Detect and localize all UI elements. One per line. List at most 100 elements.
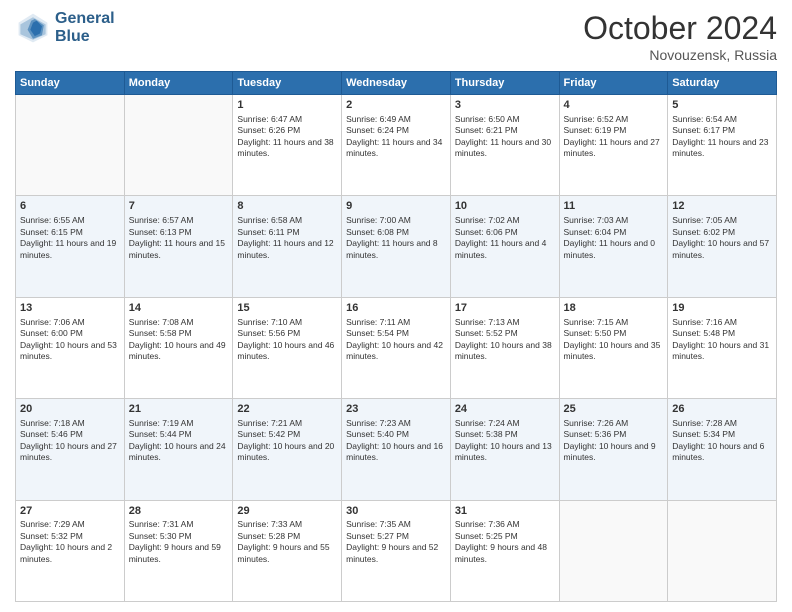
calendar-cell: 9Sunrise: 7:00 AM Sunset: 6:08 PM Daylig… (342, 196, 451, 297)
day-number: 15 (237, 301, 337, 316)
calendar-cell: 6Sunrise: 6:55 AM Sunset: 6:15 PM Daylig… (16, 196, 125, 297)
day-info: Sunrise: 6:58 AM Sunset: 6:11 PM Dayligh… (237, 215, 337, 261)
day-info: Sunrise: 6:54 AM Sunset: 6:17 PM Dayligh… (672, 114, 772, 160)
calendar-cell: 12Sunrise: 7:05 AM Sunset: 6:02 PM Dayli… (668, 196, 777, 297)
day-number: 1 (237, 98, 337, 113)
day-info: Sunrise: 7:13 AM Sunset: 5:52 PM Dayligh… (455, 317, 555, 363)
calendar-cell: 19Sunrise: 7:16 AM Sunset: 5:48 PM Dayli… (668, 297, 777, 398)
calendar-cell: 15Sunrise: 7:10 AM Sunset: 5:56 PM Dayli… (233, 297, 342, 398)
logo-line2: Blue (55, 28, 115, 46)
day-number: 31 (455, 504, 555, 519)
day-number: 23 (346, 402, 446, 417)
day-number: 18 (564, 301, 664, 316)
day-info: Sunrise: 6:57 AM Sunset: 6:13 PM Dayligh… (129, 215, 229, 261)
day-info: Sunrise: 6:50 AM Sunset: 6:21 PM Dayligh… (455, 114, 555, 160)
day-info: Sunrise: 7:06 AM Sunset: 6:00 PM Dayligh… (20, 317, 120, 363)
day-info: Sunrise: 7:11 AM Sunset: 5:54 PM Dayligh… (346, 317, 446, 363)
day-info: Sunrise: 7:29 AM Sunset: 5:32 PM Dayligh… (20, 519, 120, 565)
logo-line1: General (55, 10, 115, 28)
calendar-table: SundayMondayTuesdayWednesdayThursdayFrid… (15, 71, 777, 602)
calendar-week-row: 13Sunrise: 7:06 AM Sunset: 6:00 PM Dayli… (16, 297, 777, 398)
calendar-cell (16, 95, 125, 196)
calendar-cell: 23Sunrise: 7:23 AM Sunset: 5:40 PM Dayli… (342, 399, 451, 500)
day-number: 27 (20, 504, 120, 519)
day-info: Sunrise: 7:00 AM Sunset: 6:08 PM Dayligh… (346, 215, 446, 261)
calendar-week-row: 20Sunrise: 7:18 AM Sunset: 5:46 PM Dayli… (16, 399, 777, 500)
calendar-cell: 14Sunrise: 7:08 AM Sunset: 5:58 PM Dayli… (124, 297, 233, 398)
calendar-cell: 3Sunrise: 6:50 AM Sunset: 6:21 PM Daylig… (450, 95, 559, 196)
day-number: 8 (237, 199, 337, 214)
day-info: Sunrise: 7:24 AM Sunset: 5:38 PM Dayligh… (455, 418, 555, 464)
calendar-cell: 17Sunrise: 7:13 AM Sunset: 5:52 PM Dayli… (450, 297, 559, 398)
day-number: 22 (237, 402, 337, 417)
calendar-cell: 5Sunrise: 6:54 AM Sunset: 6:17 PM Daylig… (668, 95, 777, 196)
day-number: 9 (346, 199, 446, 214)
calendar-cell (124, 95, 233, 196)
logo-text: General Blue (55, 10, 115, 45)
day-info: Sunrise: 7:36 AM Sunset: 5:25 PM Dayligh… (455, 519, 555, 565)
calendar-cell: 24Sunrise: 7:24 AM Sunset: 5:38 PM Dayli… (450, 399, 559, 500)
calendar-cell: 31Sunrise: 7:36 AM Sunset: 5:25 PM Dayli… (450, 500, 559, 601)
calendar-cell: 8Sunrise: 6:58 AM Sunset: 6:11 PM Daylig… (233, 196, 342, 297)
calendar-cell: 26Sunrise: 7:28 AM Sunset: 5:34 PM Dayli… (668, 399, 777, 500)
month-title: October 2024 (583, 10, 777, 47)
calendar-cell: 21Sunrise: 7:19 AM Sunset: 5:44 PM Dayli… (124, 399, 233, 500)
day-info: Sunrise: 7:05 AM Sunset: 6:02 PM Dayligh… (672, 215, 772, 261)
day-of-week-header: Sunday (16, 72, 125, 95)
calendar-cell (668, 500, 777, 601)
calendar-cell: 13Sunrise: 7:06 AM Sunset: 6:00 PM Dayli… (16, 297, 125, 398)
day-info: Sunrise: 7:02 AM Sunset: 6:06 PM Dayligh… (455, 215, 555, 261)
day-number: 2 (346, 98, 446, 113)
calendar-cell: 4Sunrise: 6:52 AM Sunset: 6:19 PM Daylig… (559, 95, 668, 196)
day-info: Sunrise: 7:03 AM Sunset: 6:04 PM Dayligh… (564, 215, 664, 261)
day-number: 6 (20, 199, 120, 214)
day-number: 10 (455, 199, 555, 214)
title-block: October 2024 Novouzensk, Russia (583, 10, 777, 63)
day-number: 20 (20, 402, 120, 417)
calendar-week-row: 6Sunrise: 6:55 AM Sunset: 6:15 PM Daylig… (16, 196, 777, 297)
day-of-week-header: Tuesday (233, 72, 342, 95)
day-number: 29 (237, 504, 337, 519)
calendar-cell: 27Sunrise: 7:29 AM Sunset: 5:32 PM Dayli… (16, 500, 125, 601)
calendar-cell: 16Sunrise: 7:11 AM Sunset: 5:54 PM Dayli… (342, 297, 451, 398)
calendar-cell (559, 500, 668, 601)
day-number: 24 (455, 402, 555, 417)
day-number: 12 (672, 199, 772, 214)
day-info: Sunrise: 6:47 AM Sunset: 6:26 PM Dayligh… (237, 114, 337, 160)
day-of-week-header: Wednesday (342, 72, 451, 95)
calendar-header-row: SundayMondayTuesdayWednesdayThursdayFrid… (16, 72, 777, 95)
header: General Blue October 2024 Novouzensk, Ru… (15, 10, 777, 63)
calendar-week-row: 27Sunrise: 7:29 AM Sunset: 5:32 PM Dayli… (16, 500, 777, 601)
day-info: Sunrise: 6:55 AM Sunset: 6:15 PM Dayligh… (20, 215, 120, 261)
calendar-cell: 29Sunrise: 7:33 AM Sunset: 5:28 PM Dayli… (233, 500, 342, 601)
day-number: 26 (672, 402, 772, 417)
calendar-week-row: 1Sunrise: 6:47 AM Sunset: 6:26 PM Daylig… (16, 95, 777, 196)
calendar-cell: 20Sunrise: 7:18 AM Sunset: 5:46 PM Dayli… (16, 399, 125, 500)
day-number: 25 (564, 402, 664, 417)
calendar-cell: 18Sunrise: 7:15 AM Sunset: 5:50 PM Dayli… (559, 297, 668, 398)
day-of-week-header: Thursday (450, 72, 559, 95)
day-number: 5 (672, 98, 772, 113)
day-number: 3 (455, 98, 555, 113)
day-number: 16 (346, 301, 446, 316)
calendar-cell: 28Sunrise: 7:31 AM Sunset: 5:30 PM Dayli… (124, 500, 233, 601)
day-number: 13 (20, 301, 120, 316)
page: General Blue October 2024 Novouzensk, Ru… (0, 0, 792, 612)
location-subtitle: Novouzensk, Russia (583, 47, 777, 63)
day-info: Sunrise: 7:26 AM Sunset: 5:36 PM Dayligh… (564, 418, 664, 464)
day-info: Sunrise: 7:23 AM Sunset: 5:40 PM Dayligh… (346, 418, 446, 464)
day-number: 30 (346, 504, 446, 519)
calendar-cell: 2Sunrise: 6:49 AM Sunset: 6:24 PM Daylig… (342, 95, 451, 196)
day-info: Sunrise: 7:28 AM Sunset: 5:34 PM Dayligh… (672, 418, 772, 464)
day-info: Sunrise: 7:18 AM Sunset: 5:46 PM Dayligh… (20, 418, 120, 464)
day-info: Sunrise: 7:19 AM Sunset: 5:44 PM Dayligh… (129, 418, 229, 464)
day-info: Sunrise: 6:52 AM Sunset: 6:19 PM Dayligh… (564, 114, 664, 160)
calendar-cell: 25Sunrise: 7:26 AM Sunset: 5:36 PM Dayli… (559, 399, 668, 500)
day-number: 21 (129, 402, 229, 417)
day-number: 4 (564, 98, 664, 113)
day-of-week-header: Saturday (668, 72, 777, 95)
day-number: 11 (564, 199, 664, 214)
day-info: Sunrise: 7:33 AM Sunset: 5:28 PM Dayligh… (237, 519, 337, 565)
day-number: 28 (129, 504, 229, 519)
day-number: 19 (672, 301, 772, 316)
